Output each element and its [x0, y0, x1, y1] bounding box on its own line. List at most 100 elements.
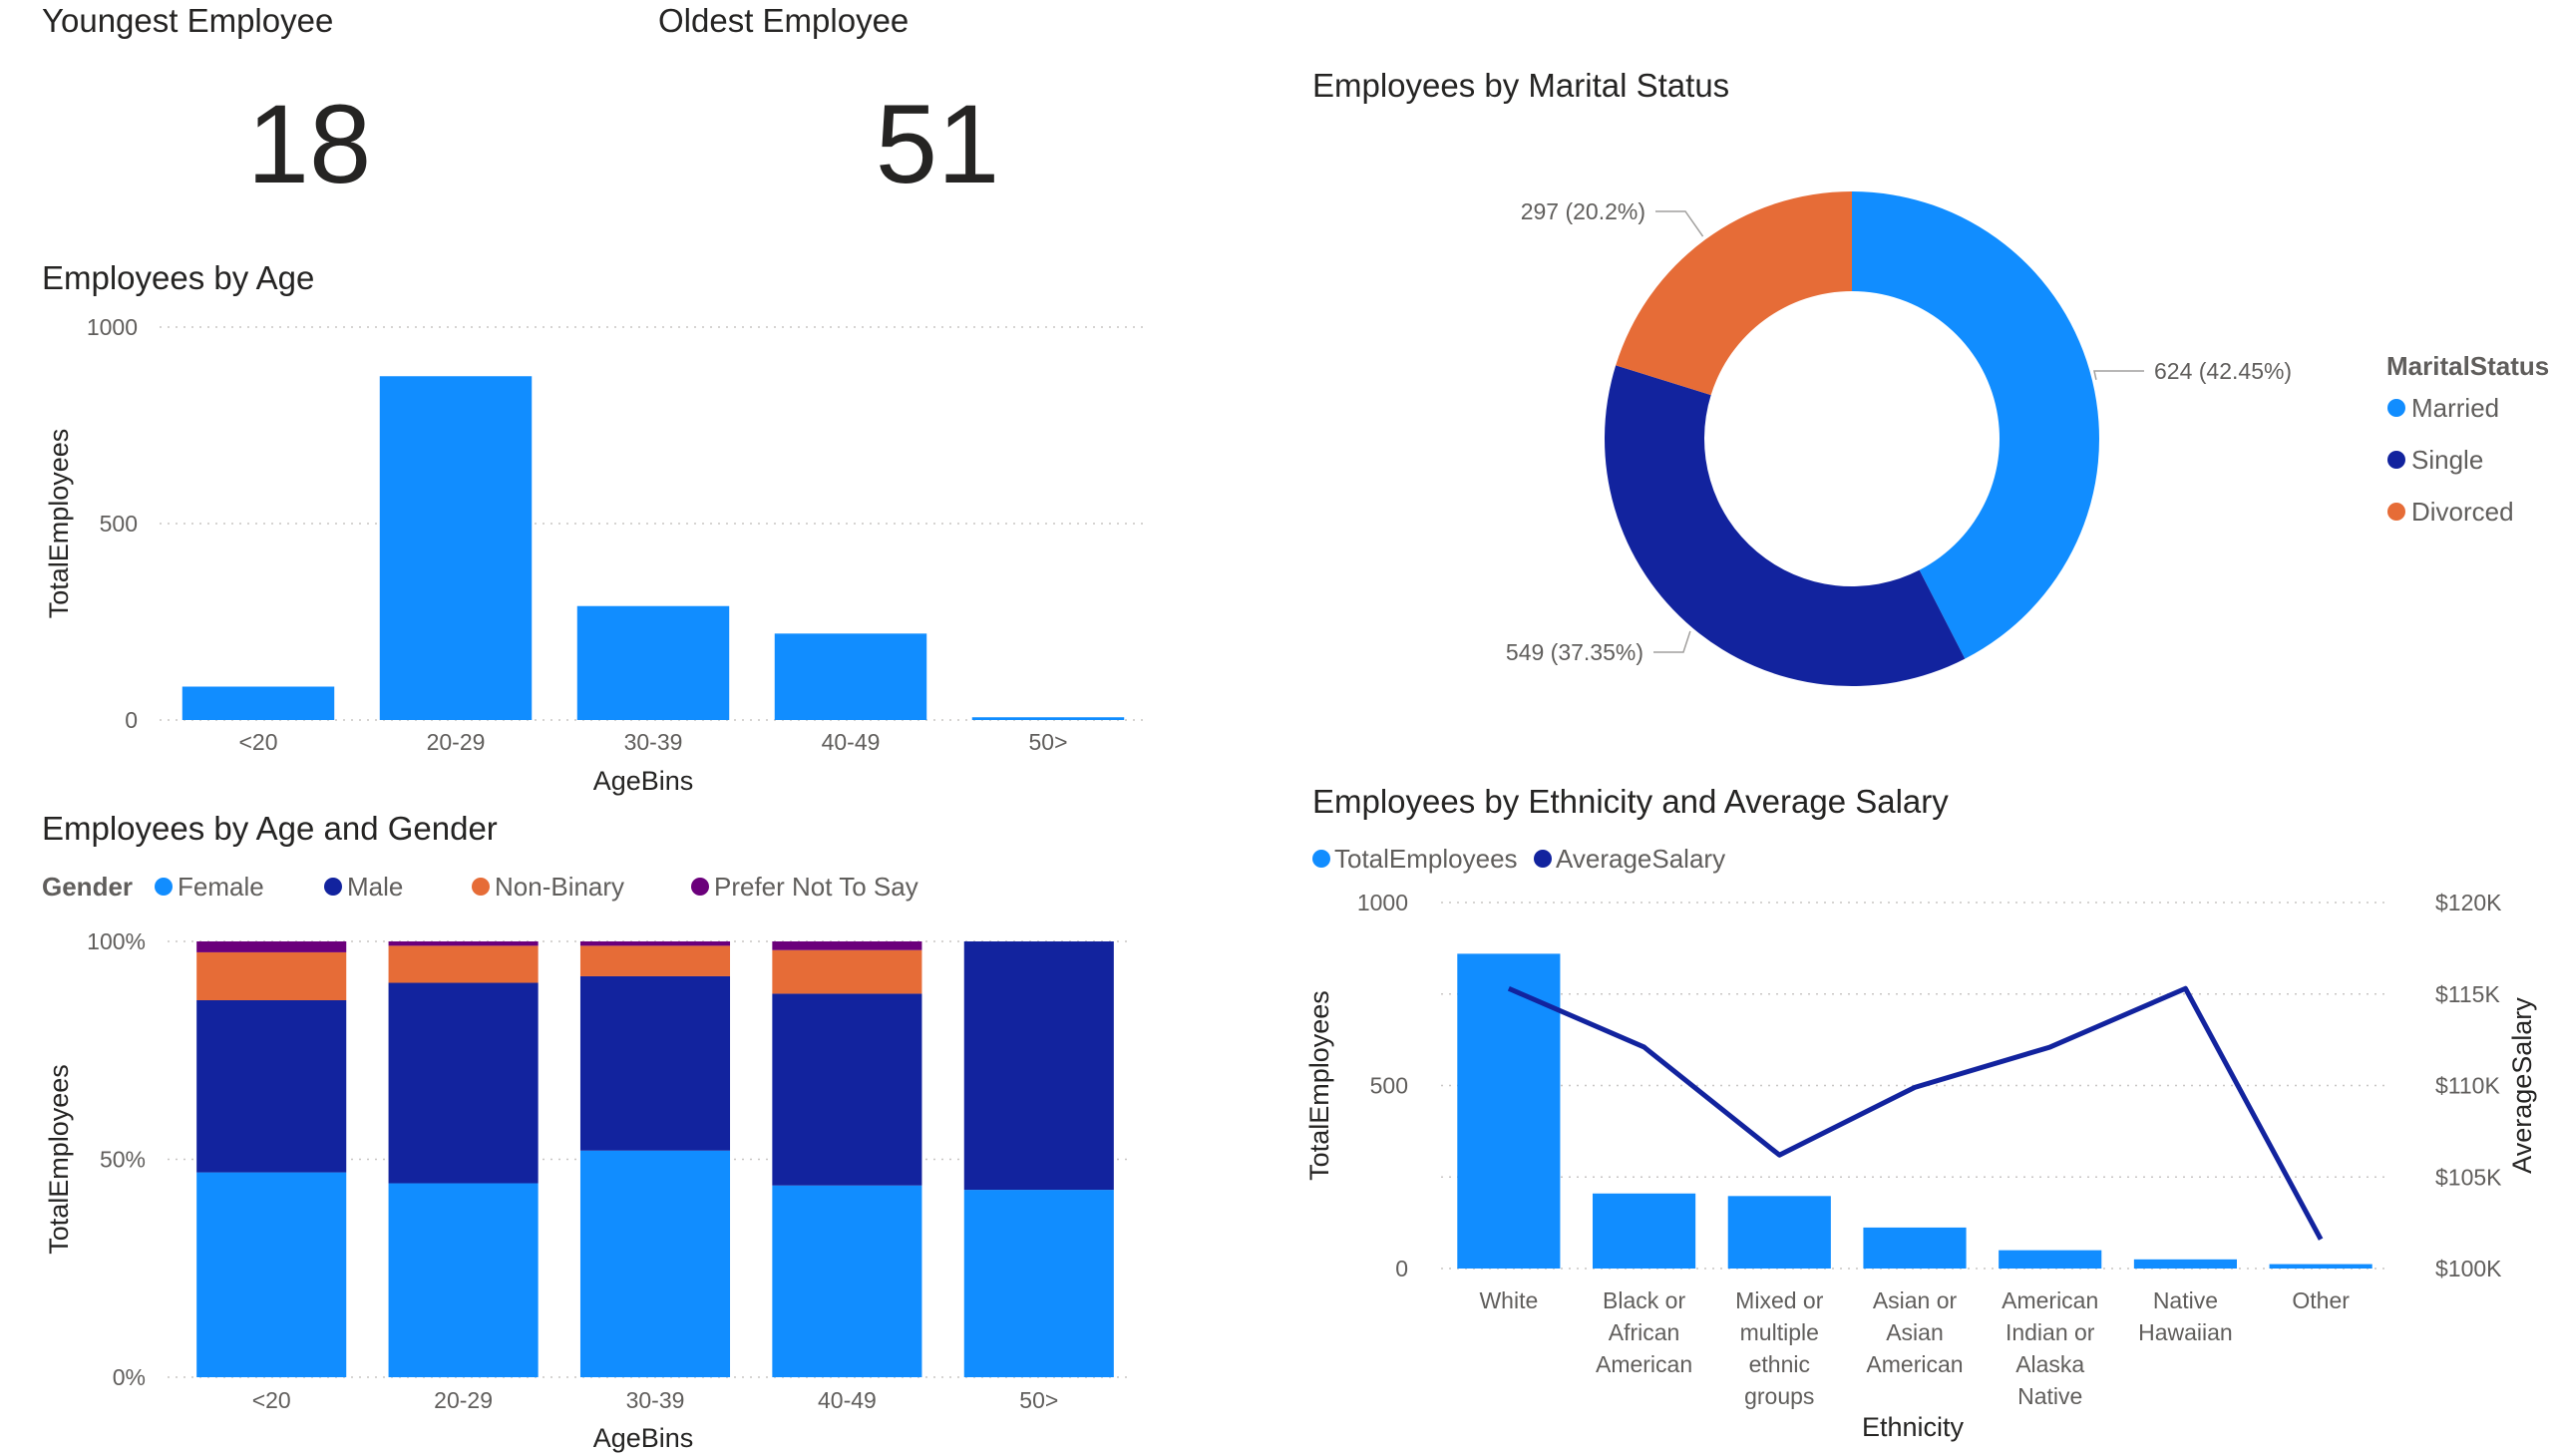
gender-bar-segment — [579, 1150, 731, 1377]
age-bar — [182, 686, 335, 720]
y-tick-label: 0% — [113, 1364, 146, 1390]
legend-label: Female — [178, 872, 264, 902]
y-tick-label: 500 — [100, 511, 138, 537]
y-axis-title: TotalEmployees — [1304, 990, 1334, 1181]
leader-line — [2093, 370, 2144, 380]
y-tick-label: 1000 — [1357, 890, 1408, 915]
legend-marker — [324, 878, 342, 896]
ethnicity-bar — [1457, 953, 1561, 1269]
legend-marker — [1312, 850, 1330, 868]
ethnicity-combo-chart: TotalEmployees AverageSalary $100K $105K $11… — [1304, 844, 2537, 1442]
donut-slice-single — [1605, 365, 1966, 686]
data-label: 624 (42.45%) — [2154, 358, 2292, 384]
x-tick-label: 30-39 — [626, 1387, 685, 1413]
gender-bar-segment — [579, 975, 731, 1151]
x-axis-title: AgeBins — [593, 766, 694, 796]
y-axis-title: TotalEmployees — [44, 1064, 74, 1255]
gender-bar-segment — [963, 1190, 1114, 1377]
gender-bar-segment — [388, 941, 539, 946]
gender-bar-segment — [579, 941, 731, 946]
ethnicity-bar — [1863, 1227, 1967, 1269]
x-axis-title: Ethnicity — [1862, 1412, 1965, 1442]
x-tick-label: American Indian or Alaska Native — [2002, 1287, 2098, 1409]
legend-marker — [691, 878, 709, 896]
gender-bar-segment — [772, 941, 922, 950]
legend-label: AverageSalary — [1556, 844, 1725, 874]
x-tick-label: 50> — [1028, 729, 1067, 755]
x-tick-label: 20-29 — [434, 1387, 493, 1413]
y-tick-label: 1000 — [87, 314, 138, 340]
gender-bar-segment — [196, 941, 347, 952]
youngest-employee-title: Youngest Employee — [42, 2, 334, 39]
y2-tick-label: $110K — [2435, 1073, 2500, 1099]
legend-marker — [155, 878, 173, 896]
y2-tick-label: $105K — [2435, 1164, 2502, 1190]
legend-marker — [1534, 850, 1552, 868]
x-axis-title: AgeBins — [593, 1423, 694, 1453]
gender-bar-segment — [772, 949, 922, 994]
legend-label: Married — [2411, 393, 2499, 423]
ethnicity-chart-title: Employees by Ethnicity and Average Salar… — [1312, 783, 1949, 820]
oldest-employee-value: 51 — [875, 82, 1000, 206]
x-tick-label: 20-29 — [427, 729, 486, 755]
marital-chart-title: Employees by Marital Status — [1312, 67, 1730, 104]
age-bar — [971, 717, 1125, 720]
age-gender-stacked-chart: Gender Female Male Non-Binary Prefer Not To … — [42, 872, 1127, 1453]
gender-bar-segment — [388, 1183, 539, 1377]
leader-line — [1655, 210, 1704, 237]
y2-tick-label: $100K — [2435, 1256, 2502, 1281]
youngest-employee-value: 18 — [246, 82, 372, 206]
legend-label: Divorced — [2411, 497, 2514, 527]
x-tick-label: Asian or Asian American — [1866, 1287, 1963, 1377]
x-tick-label: Native Hawaiian — [2138, 1287, 2233, 1345]
x-tick-label: Mixed or multiple ethnic groups — [1735, 1287, 1824, 1409]
leader-line — [1653, 630, 1691, 653]
x-tick-label: <20 — [238, 729, 277, 755]
y2-axis-title: AverageSalary — [2507, 997, 2537, 1174]
legend-marker — [2387, 451, 2405, 469]
y-tick-label: 50% — [100, 1147, 146, 1173]
gender-bar-segment — [963, 941, 1114, 1191]
gender-bar-segment — [772, 993, 922, 1186]
legend-marker — [472, 878, 490, 896]
gender-bar-segment — [196, 951, 347, 1000]
ethnicity-bar — [1999, 1250, 2102, 1269]
y-tick-label: 500 — [1370, 1073, 1408, 1099]
data-label: 549 (37.35%) — [1506, 639, 1643, 665]
ethnicity-bar — [1593, 1193, 1696, 1269]
legend-label: Single — [2411, 445, 2483, 475]
y-tick-label: 100% — [87, 928, 146, 954]
x-tick-label: White — [1479, 1287, 1538, 1313]
legend-label: Non-Binary — [495, 872, 624, 902]
ethnicity-bar — [2269, 1264, 2372, 1269]
x-tick-label: 30-39 — [624, 729, 683, 755]
age-chart-title: Employees by Age — [42, 259, 315, 296]
legend-label: Prefer Not To Say — [714, 872, 918, 902]
oldest-employee-title: Oldest Employee — [658, 2, 910, 39]
age-bar-chart: 0 500 1000 <20 20-29 30-39 40-49 50> AgeBins Tota… — [44, 314, 1147, 796]
marital-donut-chart: 624 (42.45%) 549 (37.35%) 297 (20.2%) Marit… — [1506, 191, 2549, 686]
x-tick-label: Black or African American — [1596, 1287, 1692, 1377]
age-bar — [576, 605, 730, 720]
legend-title: MaritalStatus — [2386, 351, 2549, 381]
age-bar — [774, 633, 927, 720]
x-tick-label: 50> — [1019, 1387, 1058, 1413]
legend-marker — [2387, 399, 2405, 417]
y-tick-label: 0 — [1395, 1256, 1408, 1281]
ethnicity-bar — [2133, 1259, 2237, 1269]
donut-slice-divorced — [1616, 191, 1852, 396]
gender-bar-segment — [579, 945, 731, 976]
gender-bar-segment — [388, 945, 539, 983]
x-tick-label: 40-49 — [818, 1387, 877, 1413]
x-tick-label: 40-49 — [822, 729, 881, 755]
legend-title: Gender — [42, 872, 133, 902]
x-tick-label: Other — [2292, 1287, 2350, 1313]
legend-marker — [2387, 503, 2405, 521]
legend-label: Male — [347, 872, 403, 902]
y-tick-label: 0 — [125, 707, 138, 733]
y-axis-title: TotalEmployees — [44, 429, 74, 619]
data-label: 297 (20.2%) — [1521, 198, 1645, 224]
gender-bar-segment — [772, 1185, 922, 1377]
gender-bar-segment — [388, 982, 539, 1184]
y2-tick-label: $115K — [2435, 981, 2500, 1007]
